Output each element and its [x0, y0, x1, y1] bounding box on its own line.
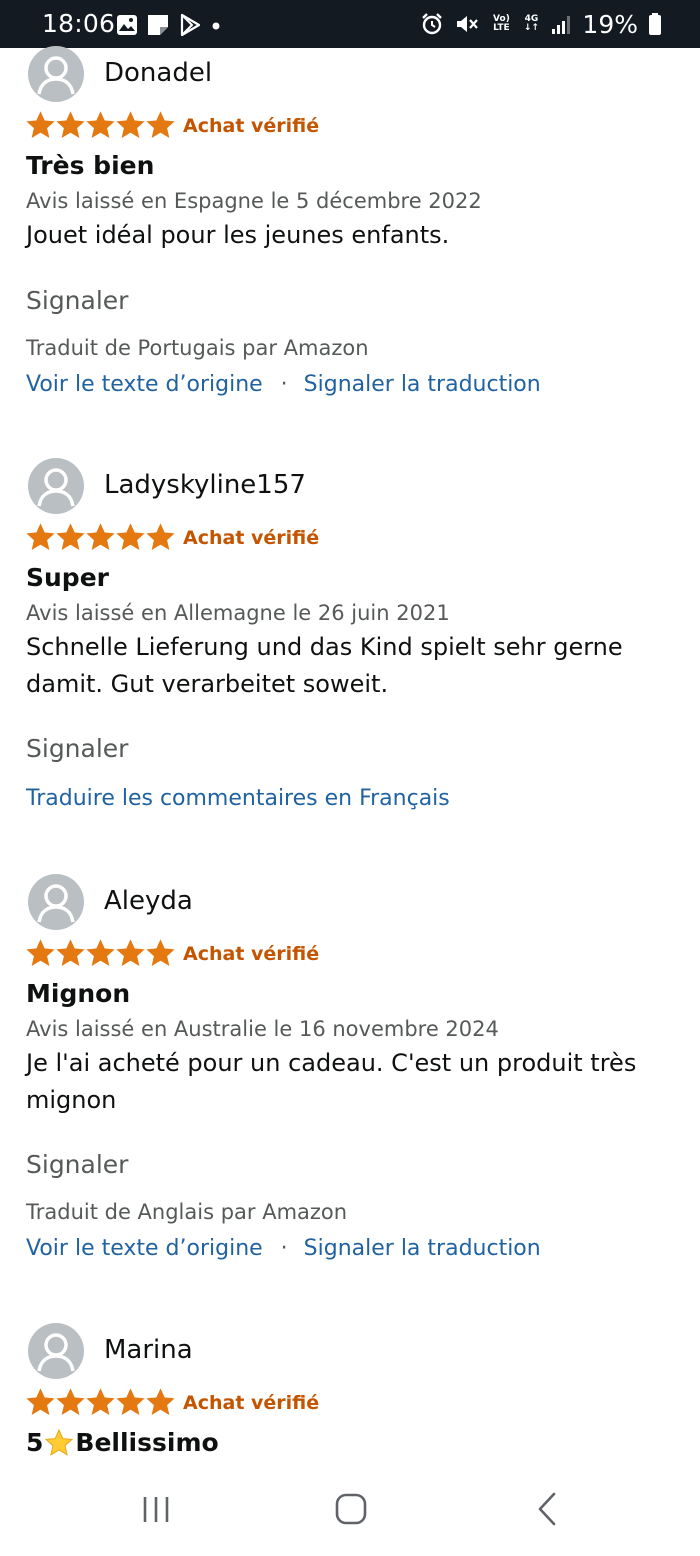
review-title: Mignon: [26, 979, 131, 1008]
mute-icon: [457, 16, 479, 32]
review-title: 5 Bellissimo: [26, 1426, 674, 1460]
review-card: Aleyda Achat vérifié Mignon Avis laissé …: [26, 874, 674, 1264]
title-prefix: 5: [26, 1428, 44, 1457]
review-card: Ladyskyline157 Achat vérifié Super Avis …: [26, 458, 674, 814]
verified-purchase-badge: Achat vérifié: [183, 943, 320, 965]
person-icon: [37, 884, 75, 923]
avatar: [28, 874, 84, 930]
reviewer-profile[interactable]: Donadel: [26, 46, 674, 102]
status-bar: 18:06 Vo) LTE 4G ↓↑ 19%: [0, 0, 700, 48]
reviewer-profile[interactable]: Ladyskyline157: [26, 458, 674, 514]
battery-icon: [649, 13, 661, 35]
report-button[interactable]: Signaler: [26, 732, 674, 766]
recent-apps-icon[interactable]: [136, 1489, 176, 1529]
translate-comments-link[interactable]: Traduire les commentaires en Français: [26, 784, 674, 814]
verified-purchase-badge: Achat vérifié: [183, 1392, 320, 1414]
review-card: Donadel Achat vérifié Très bien Avis lai…: [26, 46, 674, 400]
star-icon: [86, 111, 115, 138]
person-icon: [37, 1333, 75, 1372]
battery-percent: 19%: [582, 9, 638, 39]
rating-row: Achat vérifié: [26, 109, 674, 143]
star-icon: [56, 939, 85, 966]
star-icon: [146, 523, 175, 550]
play-store-icon: [180, 13, 201, 37]
person-icon: [37, 468, 75, 507]
link-separator: ·: [280, 372, 288, 397]
star-icon: [86, 939, 115, 966]
star-emoji-icon: [45, 1428, 74, 1456]
star-icon: [56, 1388, 85, 1415]
notification-dot-icon: [212, 22, 220, 30]
review-card: Marina Achat vérifié 5 Bellissimo: [26, 1323, 674, 1460]
person-icon: [37, 56, 75, 95]
see-original-link[interactable]: Voir le texte d’origine: [26, 1236, 263, 1261]
star-icon: [146, 111, 175, 138]
star-icon: [26, 939, 55, 966]
review-meta: Avis laissé en Australie le 16 novembre …: [26, 1017, 499, 1041]
star-icon: [86, 523, 115, 550]
star-icon: [26, 523, 55, 550]
star-icon: [26, 111, 55, 138]
report-button[interactable]: Signaler: [26, 284, 674, 318]
navigation-bar: [0, 1466, 700, 1556]
verified-purchase-badge: Achat vérifié: [183, 115, 320, 137]
alarm-icon: [422, 13, 443, 35]
review-title: Super: [26, 563, 109, 592]
report-button[interactable]: Signaler: [26, 1148, 674, 1182]
translation-links: Voir le texte d’origine · Signaler la trad…: [26, 370, 674, 400]
reviewer-name: Aleyda: [104, 886, 193, 916]
rating-row: Achat vérifié: [26, 1386, 674, 1420]
reviewer-name: Marina: [104, 1335, 193, 1365]
avatar: [28, 46, 84, 102]
see-original-link[interactable]: Voir le texte d’origine: [26, 372, 263, 397]
review-meta: Avis laissé en Espagne le 5 décembre 202…: [26, 189, 482, 213]
translated-by-note: Traduit de Anglais par Amazon: [26, 1200, 348, 1224]
signal-icon: [552, 16, 571, 34]
star-icon: [26, 1388, 55, 1415]
review-meta: Avis laissé en Allemagne le 26 juin 2021: [26, 601, 450, 625]
status-right-icons: Vo) LTE 4G ↓↑ 19%: [420, 9, 662, 39]
title-text: Bellissimo: [75, 1428, 219, 1457]
star-rating[interactable]: [26, 1388, 175, 1417]
reviewer-profile[interactable]: Marina: [26, 1323, 674, 1379]
translation-links: Voir le texte d’origine · Signaler la trad…: [26, 1234, 674, 1264]
star-rating[interactable]: [26, 939, 175, 968]
translated-by-note: Traduit de Portugais par Amazon: [26, 336, 369, 360]
reviewer-name: Ladyskyline157: [104, 470, 306, 500]
4g-icon: 4G ↓↑: [523, 14, 539, 33]
status-time: 18:06: [42, 9, 116, 38]
verified-purchase-badge: Achat vérifié: [183, 527, 320, 549]
note-icon: [148, 15, 168, 35]
review-title: Très bien: [26, 151, 155, 180]
review-body: Je l'ai acheté pour un cadeau. C'est un …: [26, 1049, 637, 1114]
star-icon: [56, 523, 85, 550]
star-icon: [116, 939, 145, 966]
star-rating[interactable]: [26, 111, 175, 140]
link-separator: ·: [280, 1236, 288, 1261]
home-icon[interactable]: [331, 1489, 371, 1529]
back-icon[interactable]: [528, 1489, 568, 1529]
volte-icon: Vo) LTE: [493, 14, 510, 33]
gallery-icon: [117, 15, 137, 35]
star-icon: [146, 1388, 175, 1415]
star-icon: [56, 111, 85, 138]
rating-row: Achat vérifié: [26, 937, 674, 971]
star-icon: [116, 111, 145, 138]
star-rating[interactable]: [26, 523, 175, 552]
star-icon: [146, 939, 175, 966]
status-left-icons: [116, 13, 222, 37]
reviewer-profile[interactable]: Aleyda: [26, 874, 674, 930]
avatar: [28, 458, 84, 514]
star-icon: [86, 1388, 115, 1415]
reviewer-name: Donadel: [104, 58, 213, 88]
review-body: Jouet idéal pour les jeunes enfants.: [26, 221, 450, 249]
rating-row: Achat vérifié: [26, 521, 674, 555]
star-icon: [116, 1388, 145, 1415]
review-body: Schnelle Lieferung und das Kind spielt s…: [26, 633, 623, 698]
report-translation-link[interactable]: Signaler la traduction: [304, 1236, 541, 1261]
report-translation-link[interactable]: Signaler la traduction: [304, 372, 541, 397]
avatar: [28, 1323, 84, 1379]
star-icon: [116, 523, 145, 550]
